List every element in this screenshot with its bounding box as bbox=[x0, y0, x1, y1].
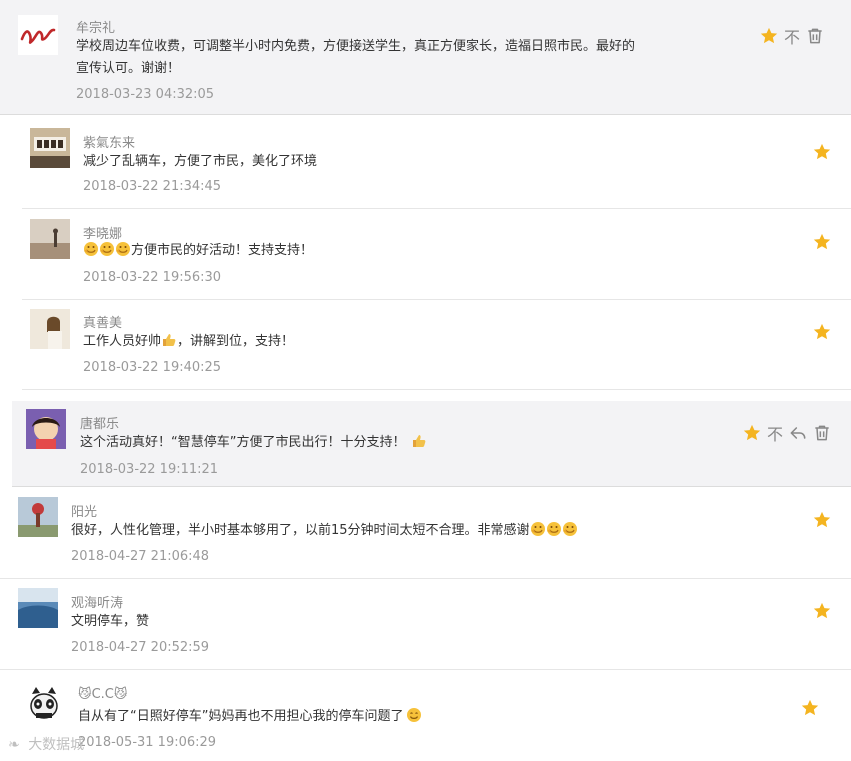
comment-item: 观海听涛 文明停车，赞 2018-04-27 20:52:59 bbox=[0, 579, 851, 670]
comment-timestamp: 2018-03-22 19:56:30 bbox=[83, 270, 222, 285]
star-icon[interactable] bbox=[812, 601, 832, 621]
avatar[interactable] bbox=[18, 15, 58, 55]
avatar[interactable] bbox=[26, 409, 66, 449]
comment-text: 方便市民的好活动！支持支持！ bbox=[83, 240, 733, 262]
avatar-image bbox=[18, 588, 58, 628]
comment-timestamp: 2018-03-22 19:11:21 bbox=[80, 462, 219, 477]
cat-face-icon: 😼 bbox=[113, 687, 128, 702]
avatar[interactable] bbox=[18, 497, 58, 537]
avatar-image bbox=[30, 309, 70, 349]
comment-username: 阳光 bbox=[71, 505, 98, 520]
comment-actions: 不 bbox=[742, 422, 832, 444]
comment-text-content: 自从有了“日照好停车”妈妈再也不用担心我的停车问题了 bbox=[78, 709, 404, 724]
comment-text-content: 工作人员好帅 bbox=[83, 334, 162, 349]
star-icon[interactable] bbox=[742, 423, 762, 443]
comment-text-content: 方便市民的好活动！支持支持！ bbox=[131, 243, 314, 258]
comment-text: 文明停车，赞 bbox=[71, 614, 150, 629]
comment-username: 观海听涛 bbox=[71, 596, 124, 611]
comment-username: 紫氣东来 bbox=[83, 136, 136, 151]
watermark-logo-icon: ❧ bbox=[8, 737, 20, 753]
clap-emoji-icon bbox=[546, 521, 562, 537]
comment-item: 唐都乐 这个活动真好！“智慧停车”方便了市民出行！十分支持！ 2018-03-2… bbox=[12, 401, 851, 487]
divider bbox=[22, 389, 851, 390]
comment-text: 自从有了“日照好停车”妈妈再也不用担心我的停车问题了 bbox=[78, 706, 758, 728]
comment-timestamp: 2018-03-22 19:40:25 bbox=[83, 360, 222, 375]
comment-actions: 不 bbox=[759, 25, 825, 47]
comment-timestamp: 2018-04-27 20:52:59 bbox=[71, 640, 210, 655]
hide-button[interactable]: 不 bbox=[766, 421, 784, 445]
avatar-image bbox=[26, 409, 66, 449]
comment-timestamp: 2018-05-31 19:06:29 bbox=[78, 735, 217, 750]
cat-face-icon: 😼 bbox=[78, 687, 92, 702]
comment-username: 唐都乐 bbox=[80, 417, 120, 432]
watermark-text: 大数据城 bbox=[28, 737, 85, 753]
avatar[interactable] bbox=[30, 219, 70, 259]
avatar[interactable] bbox=[18, 588, 58, 628]
star-icon[interactable] bbox=[812, 142, 832, 162]
comment-username: 真善美 bbox=[83, 316, 123, 331]
comment-item: 阳光 很好，人性化管理，半小时基本够用了，以前15分钟时间太短不合理。非常感谢 … bbox=[0, 488, 851, 579]
star-icon[interactable] bbox=[812, 232, 832, 252]
comment-text-content: 很好，人性化管理，半小时基本够用了，以前15分钟时间太短不合理。非常感谢 bbox=[71, 523, 530, 538]
clap-emoji-icon bbox=[115, 241, 131, 257]
avatar-image bbox=[18, 497, 58, 537]
comment-text: 这个活动真好！“智慧停车”方便了市民出行！十分支持！ bbox=[80, 432, 720, 454]
divider bbox=[0, 114, 851, 115]
comment-item: 牟宗礼 学校周边车位收费，可调整半小时内免费，方便接送学生，真正方便家长，造福日… bbox=[0, 0, 851, 115]
comment-item: 😼C.C😼 自从有了“日照好停车”妈妈再也不用担心我的停车问题了 2018-05… bbox=[0, 676, 851, 761]
comment-actions bbox=[812, 141, 832, 163]
thumbs-up-emoji-icon bbox=[411, 433, 427, 449]
divider bbox=[12, 486, 851, 487]
comment-list: 牟宗礼 学校周边车位收费，可调整半小时内免费，方便接送学生，真正方便家长，造福日… bbox=[0, 0, 851, 761]
divider bbox=[0, 669, 851, 670]
star-icon[interactable] bbox=[759, 26, 779, 46]
trash-icon[interactable] bbox=[812, 423, 832, 443]
comment-timestamp: 2018-03-23 04:32:05 bbox=[76, 87, 215, 102]
comment-text-content: 这个活动真好！“智慧停车”方便了市民出行！十分支持！ bbox=[80, 435, 406, 450]
comment-item: 李晓娜 方便市民的好活动！支持支持！ 2018-03-22 19:56:30 bbox=[22, 209, 851, 300]
trash-icon[interactable] bbox=[805, 26, 825, 46]
clap-emoji-icon bbox=[562, 521, 578, 537]
comment-username: 牟宗礼 bbox=[76, 21, 116, 36]
comment-item: 紫氣东来 减少了乱辆车，方便了市民，美化了环境 2018-03-22 21:34… bbox=[22, 118, 851, 209]
star-icon[interactable] bbox=[812, 510, 832, 530]
comment-text: 减少了乱辆车，方便了市民，美化了环境 bbox=[83, 154, 318, 169]
comment-timestamp: 2018-04-27 21:06:48 bbox=[71, 549, 210, 564]
thumbs-up-emoji-icon bbox=[161, 332, 177, 348]
comment-text: 学校周边车位收费，可调整半小时内免费，方便接送学生，真正方便家长，造福日照市民。… bbox=[76, 36, 716, 80]
avatar[interactable] bbox=[24, 684, 64, 724]
smile-emoji-icon bbox=[406, 707, 422, 723]
comment-text-content: ，讲解到位，支持！ bbox=[177, 334, 295, 349]
comment-text-line: 学校周边车位收费，可调整半小时内免费，方便接送学生，真正方便家长，造福日照市民。… bbox=[76, 39, 636, 54]
panda-avatar-image bbox=[24, 684, 64, 724]
comment-actions bbox=[812, 600, 832, 622]
star-icon[interactable] bbox=[800, 698, 820, 718]
username-text: C.C bbox=[91, 687, 114, 702]
clap-emoji-icon bbox=[99, 241, 115, 257]
avatar[interactable] bbox=[30, 309, 70, 349]
watermark: ❧ 大数据城 bbox=[8, 734, 84, 754]
clap-emoji-icon bbox=[530, 521, 546, 537]
comment-timestamp: 2018-03-22 21:34:45 bbox=[83, 179, 222, 194]
comment-item: 真善美 工作人员好帅 ，讲解到位，支持！ 2018-03-22 19:40:25 bbox=[22, 300, 851, 390]
reply-icon[interactable] bbox=[788, 423, 808, 443]
star-icon[interactable] bbox=[812, 322, 832, 342]
hide-button[interactable]: 不 bbox=[783, 24, 801, 48]
avatar-image bbox=[30, 128, 70, 168]
clap-emoji-icon bbox=[83, 241, 99, 257]
avatar-image bbox=[30, 219, 70, 259]
comment-actions bbox=[812, 231, 832, 253]
comment-text-line: 宣传认可。谢谢！ bbox=[76, 61, 181, 76]
comment-actions bbox=[800, 697, 820, 719]
signature-avatar-image bbox=[20, 28, 56, 44]
comment-actions bbox=[812, 509, 832, 531]
comment-username: 😼C.C😼 bbox=[78, 687, 127, 702]
avatar[interactable] bbox=[30, 128, 70, 168]
comment-actions bbox=[812, 321, 832, 343]
comment-text: 工作人员好帅 ，讲解到位，支持！ bbox=[83, 331, 733, 353]
comment-text: 很好，人性化管理，半小时基本够用了，以前15分钟时间太短不合理。非常感谢 bbox=[71, 520, 751, 542]
